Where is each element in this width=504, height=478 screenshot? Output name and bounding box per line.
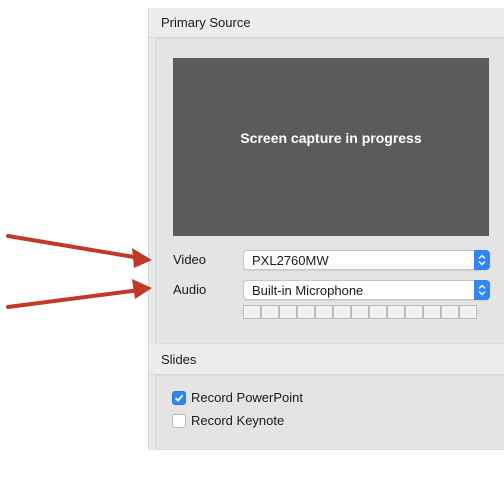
audio-source-select[interactable]: Built-in Microphone — [243, 280, 490, 300]
preview-status-text: Screen capture in progress — [240, 130, 422, 146]
audio-level-segment — [405, 305, 423, 319]
video-label: Video — [173, 252, 207, 267]
checkmark-icon — [174, 394, 184, 402]
up-down-chevron-icon[interactable] — [474, 250, 490, 270]
audio-level-segment — [423, 305, 441, 319]
record-powerpoint-option[interactable]: Record PowerPoint — [172, 390, 303, 405]
slides-header: Slides — [149, 345, 504, 375]
audio-level-meter — [243, 305, 477, 319]
audio-level-segment — [369, 305, 387, 319]
audio-label: Audio — [173, 282, 207, 297]
audio-level-segment — [315, 305, 333, 319]
audio-level-segment — [459, 305, 477, 319]
audio-level-segment — [279, 305, 297, 319]
record-keynote-checkbox[interactable] — [172, 413, 186, 428]
record-keynote-label: Record Keynote — [191, 413, 285, 428]
record-keynote-option[interactable]: Record Keynote — [172, 413, 284, 428]
audio-level-segment — [333, 305, 351, 319]
video-source-select[interactable]: PXL2760MW — [243, 250, 490, 270]
audio-source-value: Built-in Microphone — [252, 283, 364, 298]
up-down-chevron-icon[interactable] — [474, 280, 490, 300]
slides-title: Slides — [161, 352, 197, 367]
audio-level-segment — [243, 305, 261, 319]
audio-level-segment — [387, 305, 405, 319]
video-source-value: PXL2760MW — [252, 253, 329, 268]
slides-body: Record PowerPoint Record Keynote — [155, 375, 504, 450]
audio-level-segment — [261, 305, 279, 319]
screen-preview: Screen capture in progress — [173, 58, 489, 236]
red-arrow-icon — [6, 234, 152, 268]
annotation-arrows — [6, 234, 152, 309]
audio-level-segment — [351, 305, 369, 319]
recording-settings-panel: Primary Source Screen capture in progres… — [148, 8, 504, 450]
primary-source-header: Primary Source — [149, 8, 504, 38]
audio-level-segment — [441, 305, 459, 319]
audio-level-segment — [297, 305, 315, 319]
primary-source-title: Primary Source — [161, 15, 251, 30]
primary-source-body: Screen capture in progress Video PXL2760… — [155, 38, 504, 344]
record-powerpoint-checkbox[interactable] — [172, 390, 186, 405]
record-powerpoint-label: Record PowerPoint — [191, 390, 303, 405]
red-arrow-icon — [6, 279, 152, 309]
